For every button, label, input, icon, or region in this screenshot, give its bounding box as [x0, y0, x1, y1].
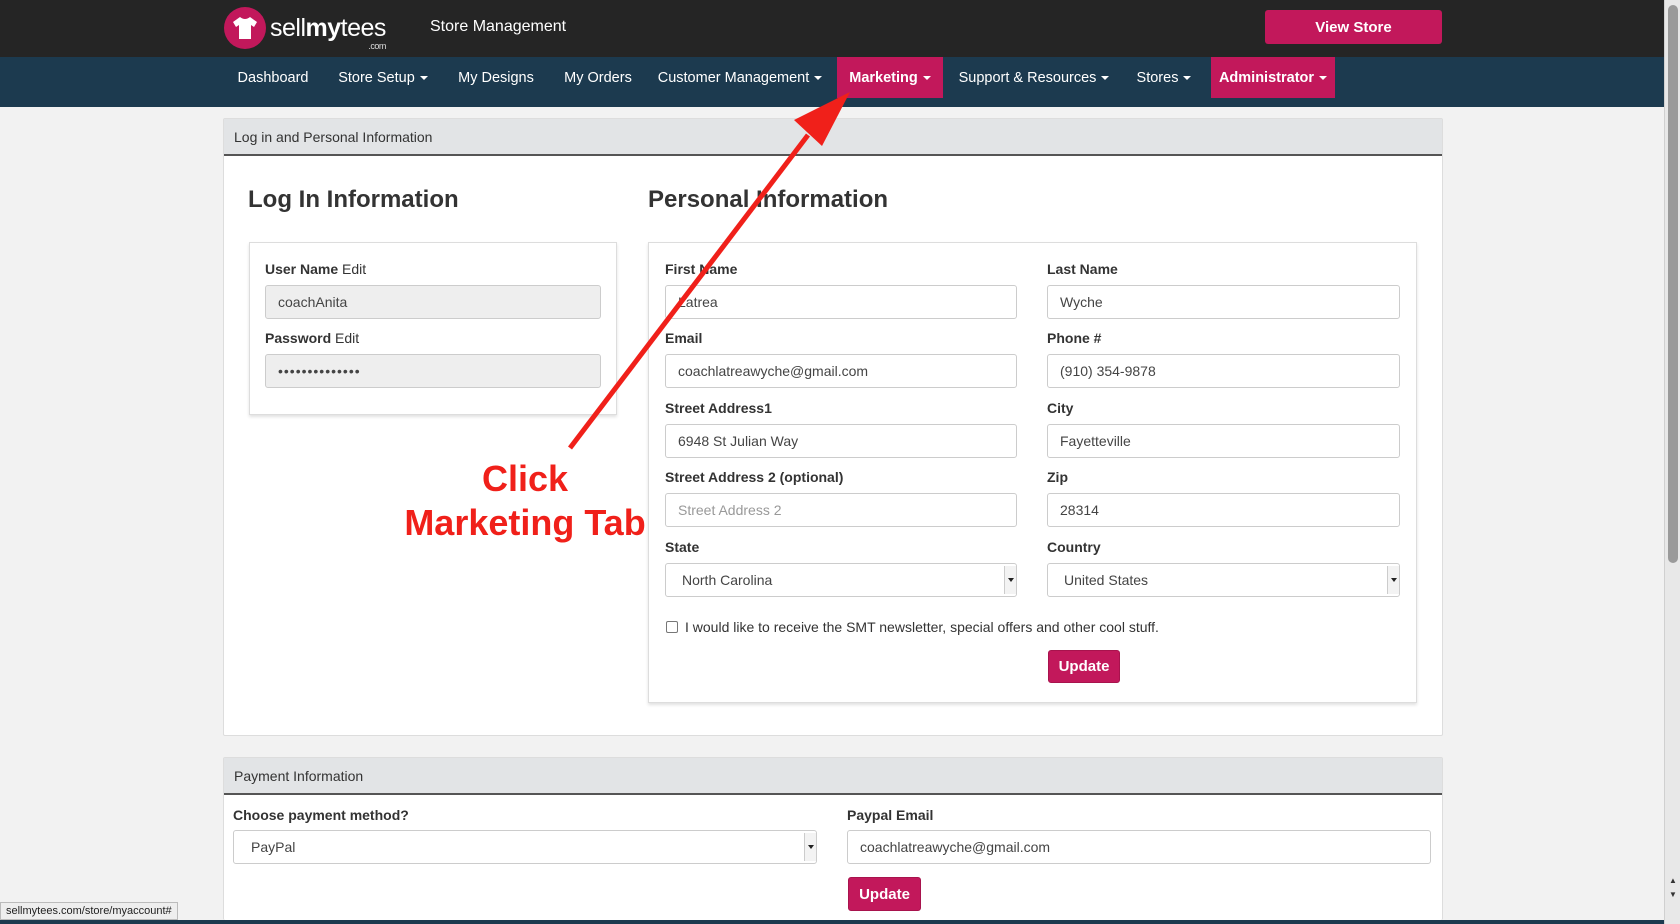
- scroll-up-icon[interactable]: ▲: [1668, 876, 1678, 886]
- scroll-thumb[interactable]: [1668, 5, 1678, 563]
- vertical-scrollbar[interactable]: ▲ ▼: [1664, 0, 1680, 924]
- bottom-edge: [0, 920, 1664, 924]
- annotation-arrow: [568, 92, 850, 450]
- annotation-text: Click Marketing Tab: [404, 458, 646, 543]
- status-url: sellmytees.com/store/myaccount#: [0, 902, 178, 920]
- scroll-down-icon[interactable]: ▼: [1668, 890, 1678, 900]
